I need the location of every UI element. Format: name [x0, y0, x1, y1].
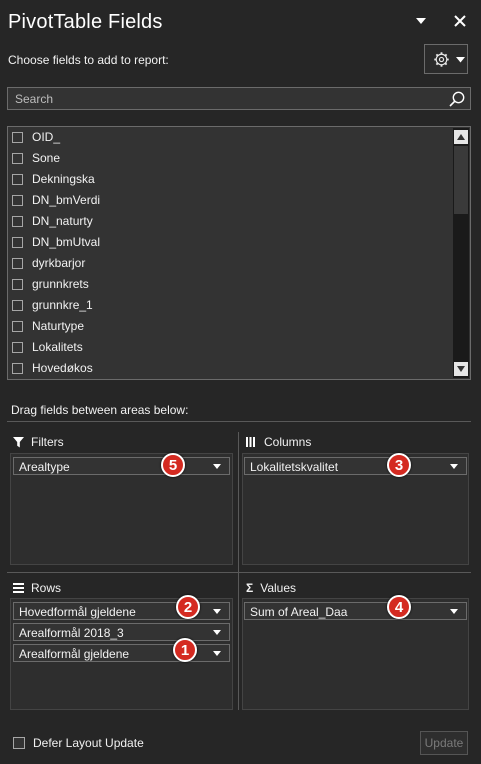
- callout-badge: 2: [176, 595, 200, 619]
- callout-badge: 1: [173, 638, 197, 662]
- rows-icon: [13, 583, 24, 593]
- sigma-icon: Σ: [246, 581, 254, 595]
- values-area-header: Σ Values: [246, 581, 296, 595]
- field-checkbox[interactable]: [12, 299, 23, 311]
- field-checkbox[interactable]: [12, 131, 23, 143]
- field-item[interactable]: Sone: [12, 148, 60, 168]
- field-item[interactable]: DN_bmUtval: [12, 232, 100, 252]
- row-field-chip[interactable]: Arealformål gjeldene: [13, 644, 230, 662]
- callout-badge: 3: [387, 453, 411, 477]
- pane-title: PivotTable Fields: [8, 11, 163, 33]
- field-label: Naturtype: [32, 319, 85, 333]
- scroll-down-button[interactable]: [454, 362, 468, 376]
- field-label: dyrkbarjor: [32, 256, 86, 270]
- columns-area[interactable]: Lokalitetskvalitet: [242, 453, 469, 565]
- rows-title: Rows: [31, 581, 62, 595]
- field-checkbox[interactable]: [12, 320, 23, 332]
- filter-icon: [13, 436, 24, 447]
- chip-label: Arealformål 2018_3: [19, 626, 124, 640]
- row-field-chip[interactable]: Arealformål 2018_3: [13, 623, 230, 641]
- chevron-down-icon[interactable]: [213, 630, 221, 635]
- chip-label: Arealformål gjeldene: [19, 647, 130, 661]
- chevron-down-icon[interactable]: [450, 464, 458, 469]
- drag-fields-label: Drag fields between areas below:: [11, 403, 189, 417]
- chip-label: Lokalitetskvalitet: [250, 460, 339, 474]
- field-label: OID_: [32, 130, 61, 144]
- field-label: grunnkre_1: [32, 298, 93, 312]
- field-checkbox[interactable]: [12, 173, 23, 185]
- values-title: Values: [260, 581, 297, 595]
- search-input[interactable]: Search: [7, 87, 471, 110]
- chevron-down-icon[interactable]: [213, 651, 221, 656]
- callout-badge: 4: [387, 595, 411, 619]
- field-label: DN_bmUtval: [32, 235, 101, 249]
- field-label: DN_naturty: [32, 214, 93, 228]
- field-item[interactable]: dyrkbarjor: [12, 253, 85, 273]
- columns-icon: [246, 437, 255, 447]
- scroll-up-arrow-icon: [457, 134, 465, 140]
- field-checkbox[interactable]: [12, 257, 23, 269]
- callout-badge: 5: [161, 453, 185, 477]
- scroll-thumb[interactable]: [454, 146, 468, 214]
- field-item[interactable]: DN_bmVerdi: [12, 190, 100, 210]
- chip-label: Sum of Areal_Daa: [250, 605, 348, 619]
- scroll-up-button[interactable]: [454, 130, 468, 144]
- filter-field-chip[interactable]: Arealtype: [13, 457, 230, 475]
- close-icon[interactable]: [452, 13, 468, 29]
- value-field-chip[interactable]: Sum of Areal_Daa: [244, 602, 467, 620]
- settings-button[interactable]: [424, 44, 468, 74]
- field-checkbox[interactable]: [12, 236, 23, 248]
- field-item[interactable]: Lokalitets: [12, 337, 83, 357]
- chip-label: Hovedformål gjeldene: [19, 605, 136, 619]
- field-checkbox[interactable]: [12, 278, 23, 290]
- columns-area-header: Columns: [246, 435, 311, 449]
- defer-layout-checkbox[interactable]: [13, 737, 25, 749]
- task-pane-options-chevron-icon[interactable]: [414, 14, 428, 28]
- field-checkbox[interactable]: [12, 152, 23, 164]
- rows-area[interactable]: Hovedformål gjeldene Arealformål 2018_3 …: [10, 598, 233, 710]
- field-label: DN_bmVerdi: [32, 193, 101, 207]
- filters-area-header: Filters: [13, 435, 64, 449]
- field-checkbox[interactable]: [12, 215, 23, 227]
- field-item[interactable]: DN_naturty: [12, 211, 93, 231]
- chevron-down-icon: [456, 57, 465, 63]
- chip-label: Arealtype: [19, 460, 70, 474]
- field-item[interactable]: grunnkre_1: [12, 295, 93, 315]
- search-icon[interactable]: [448, 90, 466, 108]
- field-label: Hovedøkos: [32, 361, 93, 375]
- divider: [7, 421, 471, 422]
- field-label: Lokalitets: [32, 340, 83, 354]
- defer-layout-label: Defer Layout Update: [33, 736, 144, 750]
- area-divider-horizontal: [7, 572, 471, 573]
- columns-title: Columns: [264, 435, 312, 449]
- field-item[interactable]: Hovedøkos: [12, 358, 93, 378]
- scroll-down-arrow-icon: [457, 366, 465, 372]
- field-item[interactable]: Dekningska: [12, 169, 95, 189]
- chevron-down-icon[interactable]: [213, 464, 221, 469]
- field-item[interactable]: Naturtype: [12, 316, 84, 336]
- chevron-down-icon[interactable]: [213, 609, 221, 614]
- update-button[interactable]: Update: [420, 731, 468, 755]
- field-checkbox[interactable]: [12, 194, 23, 206]
- field-label: Dekningska: [32, 172, 95, 186]
- field-label: Sone: [32, 151, 61, 165]
- field-item[interactable]: grunnkrets: [12, 274, 89, 294]
- chevron-down-icon[interactable]: [450, 609, 458, 614]
- values-area[interactable]: Sum of Areal_Daa: [242, 598, 469, 710]
- filters-area[interactable]: Arealtype: [10, 453, 233, 565]
- search-placeholder: Search: [15, 92, 54, 106]
- rows-area-header: Rows: [13, 581, 61, 595]
- field-list[interactable]: OID_ Sone Dekningska DN_bmVerdi DN_natur…: [7, 126, 471, 380]
- filters-title: Filters: [31, 435, 64, 449]
- field-checkbox[interactable]: [12, 341, 23, 353]
- choose-fields-label: Choose fields to add to report:: [8, 53, 169, 67]
- gear-icon: [434, 52, 449, 67]
- field-item[interactable]: OID_: [12, 127, 60, 147]
- column-field-chip[interactable]: Lokalitetskvalitet: [244, 457, 467, 475]
- field-list-scrollbar[interactable]: [453, 128, 469, 378]
- field-checkbox[interactable]: [12, 362, 23, 374]
- field-label: grunnkrets: [32, 277, 89, 291]
- area-divider-vertical: [238, 432, 239, 710]
